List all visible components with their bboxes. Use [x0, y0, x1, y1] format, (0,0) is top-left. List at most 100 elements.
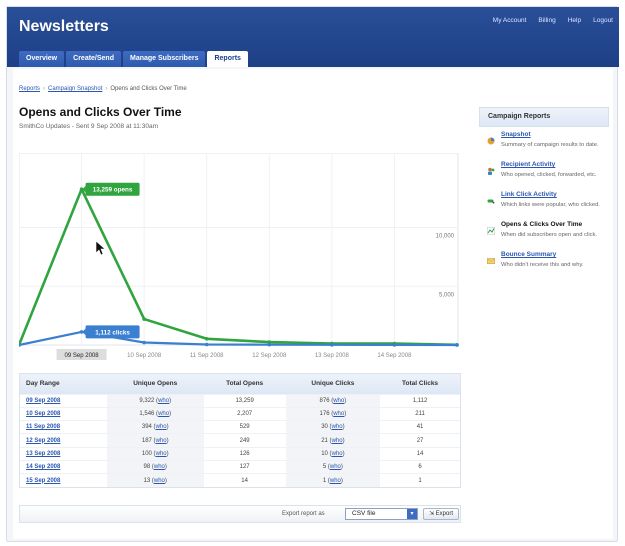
- day-range-link[interactable]: 14 Sep 2008: [26, 464, 60, 470]
- table-row: 14 Sep 2008 98 (who) 127 5 (who) 6: [20, 459, 460, 474]
- total-opens-cell: 249: [203, 433, 286, 448]
- day-range-link[interactable]: 11 Sep 2008: [26, 424, 60, 430]
- logout-link[interactable]: Logout: [593, 17, 613, 24]
- unique-clicks-value: 30: [321, 424, 328, 431]
- day-range-link[interactable]: 09 Sep 2008: [26, 398, 60, 404]
- sidebar-item-description: Summary of campaign results to date.: [501, 142, 599, 148]
- day-range-link[interactable]: 10 Sep 2008: [26, 411, 60, 417]
- tab-overview[interactable]: Overview: [19, 51, 65, 67]
- clicks-point: [392, 343, 397, 347]
- unique-clicks-value: 5: [322, 464, 327, 471]
- sidebar-item-bounce-summary[interactable]: Bounce Summary Who didn't receive this an…: [479, 249, 609, 277]
- day-range-link[interactable]: 12 Sep 2008: [26, 438, 60, 444]
- unique-opens-value: 98: [143, 464, 151, 471]
- who-clicked-link[interactable]: who: [333, 398, 344, 404]
- tab-manage-subscribers[interactable]: Manage Subscribers: [123, 51, 206, 67]
- main-tabs: Overview Create/Send Manage Subscribers …: [19, 51, 248, 67]
- my-account-link[interactable]: My Account: [493, 17, 527, 24]
- export-bar: Export report as CSV file ▾ ⇲ Export: [19, 505, 461, 523]
- sidebar-item-snapshot[interactable]: Snapshot Summary of campaign results to d…: [479, 129, 609, 157]
- y-tick-label: 10,000: [436, 234, 455, 240]
- sidebar-item-opens-clicks-over-time: Opens & Clicks Over Time When did subscri…: [479, 219, 609, 247]
- unique-clicks-cell: 10 (who): [285, 446, 381, 461]
- total-clicks-cell: 1: [380, 473, 460, 488]
- tab-reports[interactable]: Reports: [207, 51, 248, 67]
- clicks-point: [267, 342, 272, 347]
- who-clicked-link[interactable]: who: [332, 438, 343, 444]
- unique-opens-value: 187: [141, 437, 152, 444]
- chart-svg: 5,000 10,000 13,259 opens 1,112 clicks 09 Se…: [19, 153, 459, 360]
- unique-opens-value: 9,322: [139, 397, 155, 404]
- unique-clicks-value: 176: [319, 410, 330, 417]
- who-opened-link[interactable]: who: [158, 411, 169, 417]
- unique-opens-value: 100: [141, 450, 152, 457]
- day-range-link[interactable]: 13 Sep 2008: [26, 451, 60, 457]
- help-link[interactable]: Help: [568, 17, 581, 24]
- sidebar-item-label[interactable]: Link Click Activity: [501, 191, 557, 198]
- export-format-select[interactable]: CSV file ▾: [345, 508, 418, 520]
- breadcrumb-campaign-snapshot[interactable]: Campaign Snapshot: [48, 86, 102, 92]
- who-opened-link[interactable]: who: [154, 478, 165, 484]
- table-row: 13 Sep 2008 100 (who) 126 10 (who) 14: [20, 446, 460, 461]
- sidebar-item-description: When did subscribers open and click.: [501, 232, 598, 238]
- who-opened-link[interactable]: who: [154, 464, 165, 470]
- breadcrumb-reports[interactable]: Reports: [19, 86, 40, 92]
- plot-area: [19, 153, 459, 346]
- link-click-icon: [487, 192, 495, 204]
- total-opens-cell: 13,259: [203, 393, 286, 408]
- table-row: 15 Sep 2008 13 (who) 14 1 (who) 1: [20, 473, 460, 488]
- x-tick-label: 09 Sep 2008: [65, 353, 100, 359]
- opens-callout-label: 13,259 opens: [93, 187, 133, 194]
- sidebar-item-label[interactable]: Snapshot: [501, 131, 531, 138]
- breadcrumb: Reports › Campaign Snapshot › Opens and Clic…: [19, 86, 187, 92]
- x-tick-label: 12 Sep 2008: [252, 353, 287, 359]
- unique-clicks-cell: 21 (who): [285, 433, 381, 448]
- line-chart-icon: [486, 222, 496, 236]
- opens-point: [204, 336, 209, 341]
- unique-clicks-cell: 1 (who): [285, 473, 381, 488]
- export-button-label: Export: [435, 511, 454, 517]
- sidebar-item-recipient-activity[interactable]: Recipient Activity Who opened, clicked, f…: [479, 159, 609, 187]
- page-subtitle: SmithCo Updates - Sent 9 Sep 2008 at 11:…: [19, 123, 158, 130]
- unique-opens-value: 1,546: [139, 410, 155, 417]
- x-tick-label: 13 Sep 2008: [315, 353, 350, 359]
- total-clicks-cell: 14: [380, 446, 460, 461]
- unique-clicks-value: 21: [321, 437, 328, 444]
- pie-chart-icon: [487, 132, 495, 145]
- sidebar-item-label[interactable]: Bounce Summary: [501, 251, 556, 258]
- day-range-link[interactable]: 15 Sep 2008: [26, 478, 60, 484]
- billing-link[interactable]: Billing: [538, 17, 555, 24]
- who-clicked-link[interactable]: who: [330, 464, 341, 470]
- table-row: 09 Sep 2008 9,322 (who) 13,259 876 (who) 1,1…: [20, 393, 460, 408]
- col-unique-opens: Unique Opens: [133, 380, 178, 388]
- sidebar-item-link-click-activity[interactable]: Link Click Activity Which links were popu…: [479, 189, 609, 217]
- tab-create-send[interactable]: Create/Send: [66, 51, 121, 67]
- day-range-cell: 11 Sep 2008: [20, 420, 107, 434]
- sidebar-item-description: Which links were popular, who clicked.: [501, 202, 600, 208]
- export-button[interactable]: ⇲ Export: [423, 508, 459, 520]
- unique-opens-value: 394: [141, 424, 152, 431]
- unique-opens-cell: 98 (who): [106, 459, 204, 474]
- who-opened-link[interactable]: who: [156, 438, 167, 444]
- who-clicked-link[interactable]: who: [332, 451, 343, 457]
- clicks-point: [455, 343, 459, 347]
- total-clicks-cell: 211: [380, 406, 460, 421]
- x-tick-label: 14 Sep 2008: [377, 353, 412, 359]
- who-clicked-link[interactable]: who: [333, 411, 344, 417]
- who-opened-link[interactable]: who: [158, 398, 169, 404]
- total-opens-cell: 14: [203, 473, 286, 488]
- who-opened-link[interactable]: who: [156, 451, 167, 457]
- page-title: Opens and Clicks Over Time: [19, 105, 182, 119]
- y-tick-label: 5,000: [439, 292, 455, 298]
- who-clicked-link[interactable]: who: [330, 478, 341, 484]
- total-opens-cell: 2,207: [203, 406, 286, 421]
- who-opened-link[interactable]: who: [156, 424, 167, 430]
- col-unique-clicks: Unique Clicks: [311, 380, 355, 388]
- sidebar-item-label[interactable]: Recipient Activity: [501, 161, 555, 168]
- total-clicks-cell: 6: [380, 459, 460, 474]
- opens-clicks-chart: 5,000 10,000 13,259 opens 1,112 clicks 09 Se…: [19, 153, 459, 365]
- app-header: Newsletters My Account Billing Help Logo…: [7, 7, 619, 67]
- total-clicks-cell: 1,112: [380, 393, 460, 408]
- who-clicked-link[interactable]: who: [332, 424, 343, 430]
- app-window: Newsletters My Account Billing Help Logo…: [6, 6, 619, 542]
